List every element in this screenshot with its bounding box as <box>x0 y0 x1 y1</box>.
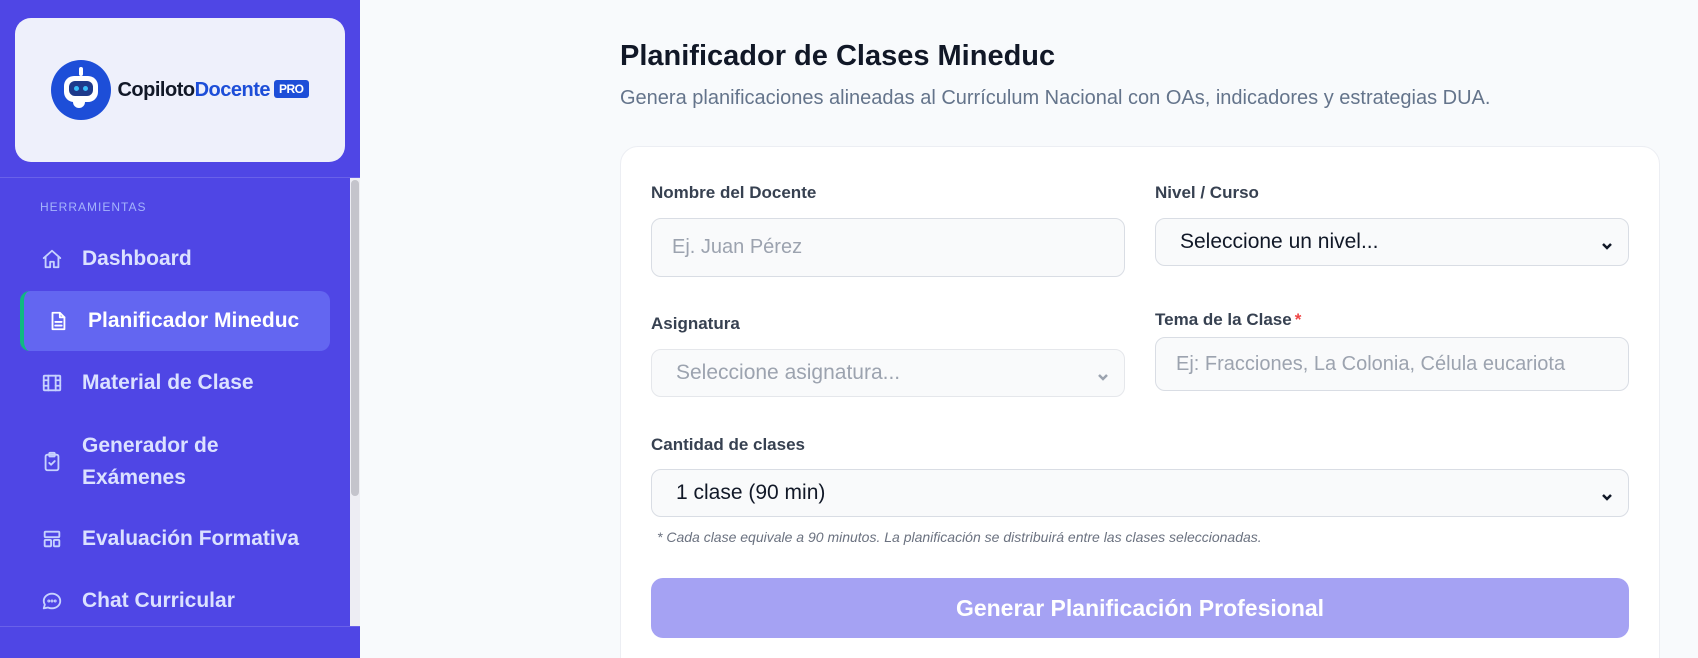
topic-input[interactable] <box>1155 337 1629 391</box>
level-select-value: Seleccione un nivel... <box>1180 230 1379 253</box>
layout-icon <box>40 527 64 551</box>
sidebar-item-label: Planificador Mineduc <box>88 309 300 332</box>
page-subtitle: Genera planificaciones alineadas al Curr… <box>620 87 1491 109</box>
class-count-label: Cantidad de clases <box>651 435 806 454</box>
sidebar-scrollbar-thumb[interactable] <box>351 180 359 496</box>
level-label: Nivel / Curso <box>1155 183 1259 202</box>
class-count-select-value: 1 clase (90 min) <box>676 481 826 504</box>
level-select[interactable]: Seleccione un nivel... <box>1155 218 1629 266</box>
class-count-select[interactable]: 1 clase (90 min) <box>651 469 1629 517</box>
home-icon <box>40 247 64 271</box>
logo-card[interactable]: CopilotoDocente PRO <box>15 18 345 162</box>
chat-icon <box>40 589 64 613</box>
teacher-name-label: Nombre del Docente <box>651 183 817 202</box>
sidebar-divider <box>0 177 360 178</box>
sidebar-item-examenes[interactable]: Generador de Exámenes <box>20 428 330 496</box>
pro-badge: PRO <box>273 79 309 98</box>
chevron-down-icon <box>1600 235 1614 250</box>
teacher-name-input[interactable] <box>651 218 1125 277</box>
sidebar-item-label: Generador de Exámenes <box>82 434 219 489</box>
subject-label: Asignatura <box>651 314 740 333</box>
sidebar-footer <box>0 626 360 658</box>
page-title: Planificador de Clases Mineduc <box>620 40 1056 72</box>
sidebar-item-evaluacion[interactable]: Evaluación Formativa <box>20 516 330 562</box>
class-count-note: * Cada clase equivale a 90 minutos. La p… <box>657 529 1262 545</box>
generate-planning-button[interactable]: Generar Planificación Profesional <box>651 578 1629 638</box>
required-mark: * <box>1294 310 1302 329</box>
sidebar-item-chat[interactable]: Chat Curricular <box>20 578 330 624</box>
clipboard-check-icon <box>40 450 64 474</box>
subject-select-value: Seleccione asignatura... <box>676 361 901 384</box>
sidebar-item-label: Dashboard <box>82 247 192 270</box>
sidebar-item-label: Material de Clase <box>82 371 254 394</box>
robot-logo-icon <box>51 60 112 120</box>
document-icon <box>46 309 70 333</box>
sidebar-item-label: Evaluación Formativa <box>82 527 300 550</box>
chevron-down-icon <box>1600 486 1614 501</box>
sidebar-item-dashboard[interactable]: Dashboard <box>20 236 330 282</box>
sidebar-item-label: Chat Curricular <box>82 589 235 612</box>
brand-name: CopilotoDocente PRO <box>117 79 309 102</box>
subject-select[interactable]: Seleccione asignatura... <box>651 349 1125 397</box>
sidebar-section-label: HERRAMIENTAS <box>40 200 147 214</box>
sidebar-item-material[interactable]: Material de Clase <box>20 360 330 406</box>
chevron-down-icon <box>1096 366 1110 381</box>
film-icon <box>40 371 64 395</box>
sidebar-item-planificador[interactable]: Planificador Mineduc <box>20 291 330 351</box>
topic-label: Tema de la Clase * <box>1155 310 1302 329</box>
